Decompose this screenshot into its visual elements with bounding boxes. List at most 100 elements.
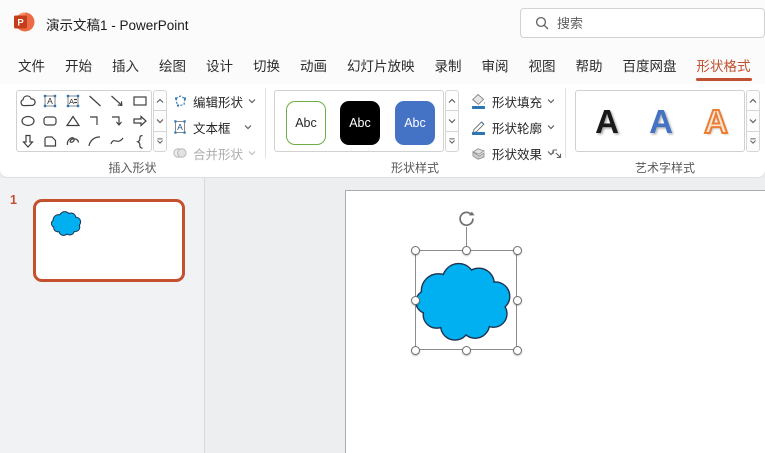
gallery-more-button[interactable] — [746, 130, 760, 152]
shape-elbow-arrow-connector[interactable] — [106, 111, 128, 131]
shape-curve[interactable] — [106, 131, 128, 151]
shape-down-arrow[interactable] — [17, 131, 39, 151]
edit-shape-label: 编辑形状 — [193, 95, 244, 110]
slide-thumbnail[interactable] — [33, 199, 185, 282]
tab-view[interactable]: 视图 — [519, 45, 566, 84]
shape-outline-label: 形状轮廓 — [492, 121, 543, 136]
tab-file[interactable]: 文件 — [8, 45, 55, 84]
svg-text:P: P — [17, 18, 24, 29]
scroll-up-button[interactable] — [445, 90, 459, 112]
line-icon — [89, 95, 102, 107]
shape-style-preview-3[interactable]: Abc — [395, 101, 435, 145]
chevron-down-icon — [749, 119, 757, 124]
resize-handle-sw[interactable] — [410, 345, 420, 355]
chevron-down-icon — [244, 125, 251, 130]
scroll-down-button[interactable] — [746, 110, 760, 132]
tab-help[interactable]: 帮助 — [566, 45, 613, 84]
scroll-down-button[interactable] — [153, 110, 167, 132]
left-brace-icon — [135, 134, 143, 149]
ribbon: A A 编辑形状 A 文本框 合并形状 插入形状 Abc Abc Abc 形状填… — [0, 84, 765, 178]
dialog-launcher-icon[interactable] — [551, 148, 563, 160]
scroll-up-button[interactable] — [746, 90, 760, 112]
shape-freeform[interactable] — [39, 131, 61, 151]
cloud-shape-thumbnail — [50, 211, 82, 237]
shape-right-arrow[interactable] — [129, 111, 151, 131]
shape-textbox-horizontal[interactable]: A — [62, 91, 84, 111]
shape-line-arrow[interactable] — [106, 91, 128, 111]
resize-handle-nw[interactable] — [410, 245, 420, 255]
tab-record[interactable]: 录制 — [425, 45, 472, 84]
svg-text:A: A — [177, 122, 183, 132]
scroll-up-button[interactable] — [153, 90, 167, 112]
chevron-up-icon — [156, 98, 164, 103]
gallery-more-icon — [157, 138, 163, 145]
tab-slideshow[interactable]: 幻灯片放映 — [337, 45, 425, 84]
shape-fill-label: 形状填充 — [492, 95, 543, 110]
tab-transitions[interactable]: 切换 — [243, 45, 290, 84]
search-icon — [535, 16, 549, 30]
shape-left-brace[interactable] — [129, 131, 151, 151]
shape-oval[interactable] — [17, 111, 39, 131]
insert-shapes-scrollbar — [153, 90, 167, 152]
wordart-group-label: 艺术字样式 — [634, 161, 695, 175]
text-box-button[interactable]: A 文本框 — [170, 116, 254, 138]
tab-insert[interactable]: 插入 — [102, 45, 149, 84]
shape-styles-group-label: 形状样式 — [390, 161, 439, 175]
rotate-handle-icon[interactable] — [457, 209, 476, 228]
rounded-rectangle-icon — [43, 116, 58, 126]
shape-elbow-connector[interactable] — [84, 111, 106, 131]
textbox-horizontal-icon: A — [66, 94, 80, 108]
shape-cloud[interactable] — [17, 91, 39, 111]
wordart-preview-1[interactable]: A — [584, 99, 630, 145]
shape-outline-button[interactable]: 形状轮廓 — [468, 116, 557, 138]
shape-arc[interactable] — [84, 131, 106, 151]
shape-style-preview-1[interactable]: Abc — [286, 101, 326, 145]
shape-triangle[interactable] — [62, 111, 84, 131]
edit-shape-button[interactable]: 编辑形状 — [170, 90, 258, 112]
resize-handle-w[interactable] — [410, 295, 420, 305]
wordart-preview-2[interactable]: A — [638, 99, 684, 145]
tab-baidu-netdisk[interactable]: 百度网盘 — [613, 45, 687, 84]
shape-scribble[interactable] — [62, 131, 84, 151]
shape-rectangle[interactable] — [129, 91, 151, 111]
arc-icon — [88, 136, 101, 147]
chevron-down-icon — [248, 151, 256, 156]
resize-handle-e[interactable] — [512, 295, 522, 305]
edit-shape-icon — [175, 95, 186, 107]
shape-line[interactable] — [84, 91, 106, 111]
group-divider — [565, 88, 566, 158]
shape-textbox-vertical[interactable]: A — [39, 91, 61, 111]
chevron-down-icon — [448, 119, 456, 124]
powerpoint-logo: P — [14, 12, 35, 32]
scribble-icon — [66, 137, 79, 146]
tab-design[interactable]: 设计 — [196, 45, 243, 84]
tab-draw[interactable]: 绘图 — [149, 45, 196, 84]
tab-home[interactable]: 开始 — [55, 45, 102, 84]
shape-fill-button[interactable]: 形状填充 — [468, 90, 557, 112]
freeform-shape-icon — [44, 136, 57, 147]
resize-handle-s[interactable] — [461, 345, 471, 355]
chevron-down-icon — [248, 99, 256, 104]
gallery-more-button[interactable] — [153, 130, 167, 152]
wordart-scrollbar — [746, 90, 760, 152]
gallery-more-button[interactable] — [445, 130, 459, 152]
scroll-down-button[interactable] — [445, 110, 459, 132]
slide-canvas[interactable] — [345, 190, 765, 453]
wordart-gallery: A A A — [575, 90, 745, 152]
resize-handle-ne[interactable] — [512, 245, 522, 255]
shape-style-preview-2[interactable]: Abc — [340, 101, 380, 145]
chevron-down-icon — [156, 119, 164, 124]
search-input[interactable] — [557, 15, 727, 31]
wordart-preview-3[interactable]: A — [693, 99, 739, 145]
chevron-down-icon — [547, 99, 555, 104]
shape-rounded-rectangle[interactable] — [39, 111, 61, 131]
resize-handle-n[interactable] — [461, 245, 471, 255]
chevron-down-icon — [547, 125, 555, 130]
tab-animations[interactable]: 动画 — [290, 45, 337, 84]
search-box[interactable] — [520, 8, 765, 38]
tab-shape-format[interactable]: 形状格式 — [687, 45, 761, 84]
text-box-icon: A — [174, 120, 186, 134]
cloud-shape-icon — [20, 95, 36, 107]
resize-handle-se[interactable] — [512, 345, 522, 355]
tab-review[interactable]: 审阅 — [472, 45, 519, 84]
